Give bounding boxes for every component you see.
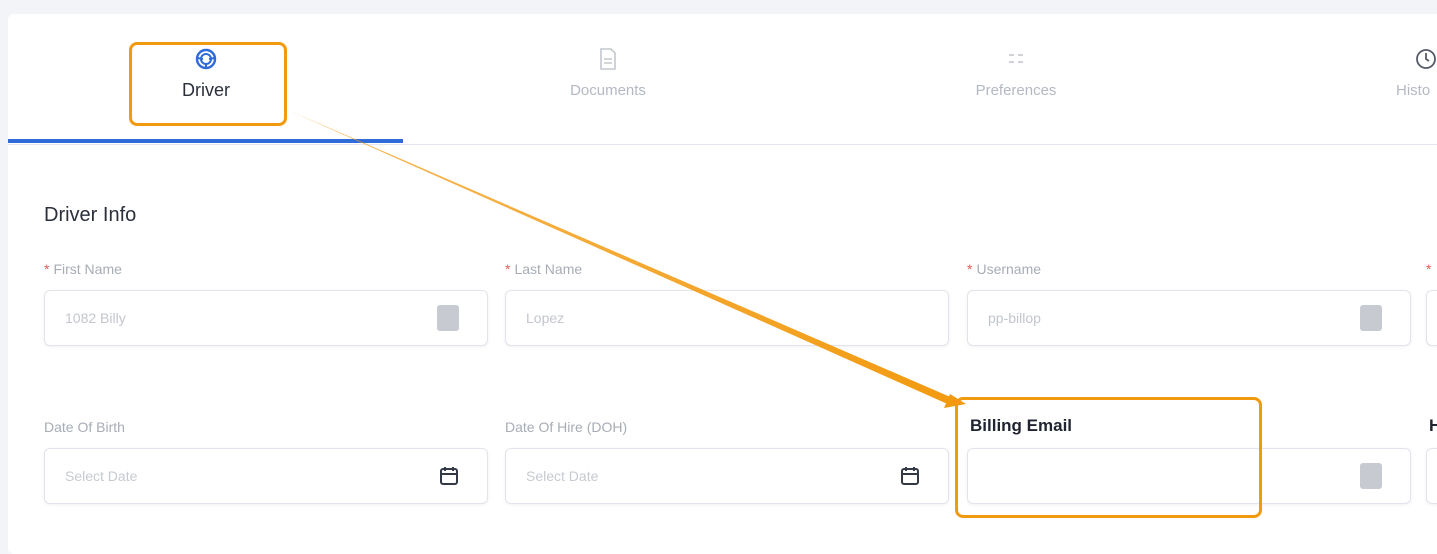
annotation-arrow	[288, 110, 966, 408]
